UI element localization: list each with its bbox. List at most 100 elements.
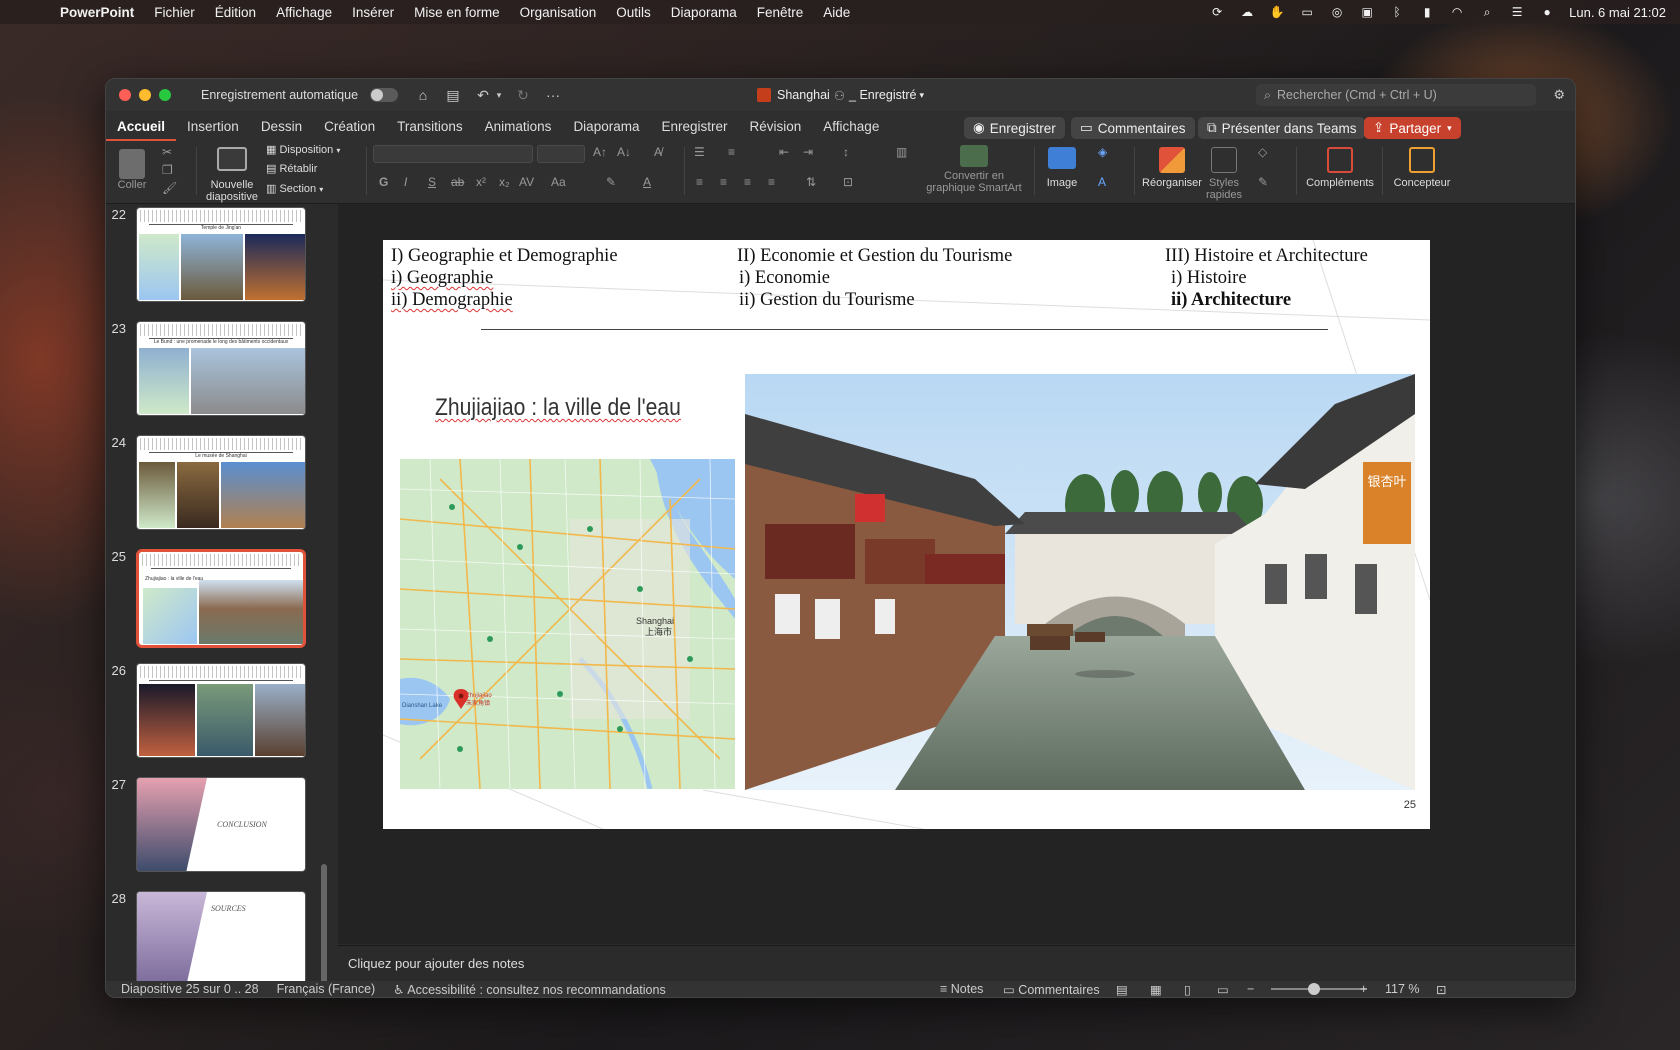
image-button[interactable]: Image [1042, 147, 1082, 189]
menubar-clock[interactable]: Lun. 6 mai 21:02 [1569, 5, 1666, 20]
share-settings-icon[interactable]: ⚙ [1553, 87, 1565, 103]
menu-fichier[interactable]: Fichier [144, 5, 205, 20]
menu-organisation[interactable]: Organisation [510, 5, 607, 20]
slide-canvas[interactable]: I) Geographie et Demographie i) Geograph… [383, 240, 1430, 829]
tab-revision[interactable]: Révision [739, 111, 813, 141]
increase-font-icon[interactable]: A↑ [593, 145, 607, 159]
slide-thumbnail-24[interactable]: Le musée de Shanghai [136, 435, 306, 530]
font-size-select[interactable] [537, 145, 585, 163]
notes-pane[interactable]: Cliquez pour ajouter des notes [338, 945, 1575, 981]
slide-title[interactable]: Zhujiajiao : la ville de l'eau [435, 394, 681, 422]
decrease-indent-icon[interactable]: ⇤ [779, 145, 789, 159]
cloud-icon[interactable]: ☁ [1239, 6, 1255, 18]
notes-toggle[interactable]: ≡ Notes [940, 982, 983, 996]
search-icon[interactable]: ⌕ [1479, 6, 1495, 18]
text-direction-icon[interactable]: ⇅ [806, 175, 816, 189]
format-painter-icon[interactable]: 🖌 [162, 181, 177, 195]
shape-outline-icon[interactable]: ✎ [1258, 175, 1268, 189]
strikethrough-icon[interactable]: ab [451, 175, 464, 189]
menu-mise-en-forme[interactable]: Mise en forme [404, 5, 510, 20]
siri-icon[interactable]: ● [1539, 6, 1555, 18]
more-icon[interactable]: ··· [542, 87, 564, 103]
increase-indent-icon[interactable]: ⇥ [803, 145, 813, 159]
save-icon[interactable]: ▤ [442, 87, 464, 104]
slide-thumbnail-23[interactable]: Le Bund : une promenade le long des bâti… [136, 321, 306, 416]
sync-icon[interactable]: ⟳ [1209, 6, 1225, 18]
align-center-icon[interactable]: ≡ [720, 175, 727, 189]
undo-dropdown-icon[interactable]: ▾ [494, 90, 504, 101]
justify-icon[interactable]: ≡ [768, 175, 775, 189]
bullets-icon[interactable]: ☰ [694, 145, 705, 159]
tab-creation[interactable]: Création [313, 111, 386, 141]
slide-thumbnail-28[interactable]: SOURCES [136, 891, 306, 981]
layout-button[interactable]: ▦ Disposition ▾ [266, 143, 366, 156]
bold-icon[interactable]: G [379, 175, 388, 189]
numbering-icon[interactable]: ≡ [728, 145, 735, 159]
undo-icon[interactable]: ↶ [472, 87, 494, 104]
zoom-out-icon[interactable]: − [1247, 982, 1254, 996]
slide-thumbnail-22[interactable]: Temple de Jing'an [136, 207, 306, 302]
comments-button[interactable]: ▭ Commentaires [1071, 117, 1195, 139]
slide-sorter-icon[interactable]: ▦ [1150, 982, 1162, 997]
zoom-level[interactable]: 117 % [1385, 982, 1420, 996]
zoom-in-icon[interactable]: + [1360, 982, 1367, 996]
menu-fenetre[interactable]: Fenêtre [747, 5, 814, 20]
zoom-slider-handle[interactable] [1308, 983, 1320, 995]
thumbnails-scrollbar[interactable] [321, 864, 327, 981]
change-case-icon[interactable]: Aa [551, 175, 566, 189]
tab-insertion[interactable]: Insertion [176, 111, 250, 141]
cut-icon[interactable]: ✂ [162, 145, 172, 159]
slideshow-icon[interactable]: ▭ [1217, 982, 1229, 997]
normal-view-icon[interactable]: ▤ [1116, 982, 1128, 997]
slide-thumbnail-25[interactable]: Zhujiajiao : la ville de l'eau [136, 549, 306, 648]
tab-transitions[interactable]: Transitions [386, 111, 474, 141]
highlight-icon[interactable]: ✎ [606, 175, 616, 189]
clear-format-icon[interactable]: A̸ [654, 145, 662, 159]
fit-to-window-icon[interactable]: ⊡ [1436, 982, 1446, 997]
tab-diaporama[interactable]: Diaporama [562, 111, 650, 141]
designer-button[interactable]: Concepteur [1390, 147, 1454, 189]
slide-thumbnail-26[interactable] [136, 663, 306, 758]
tab-dessin[interactable]: Dessin [250, 111, 313, 141]
search-input[interactable]: ⌕ Rechercher (Cmd + Ctrl + U) [1256, 84, 1536, 106]
menu-inserer[interactable]: Insérer [342, 5, 404, 20]
comments-toggle[interactable]: ▭ Commentaires [1003, 982, 1100, 997]
redo-icon[interactable]: ↻ [512, 87, 534, 104]
tab-enregistrer[interactable]: Enregistrer [650, 111, 738, 141]
tab-accueil[interactable]: Accueil [106, 111, 176, 141]
slide-counter[interactable]: Diapositive 25 sur 0 .. 28 [121, 982, 259, 996]
bluetooth-icon[interactable]: ᛒ [1389, 6, 1405, 18]
zhujiajiao-photo[interactable]: 银杏叶 [745, 374, 1415, 790]
menu-outils[interactable]: Outils [606, 5, 661, 20]
columns-icon[interactable]: ▥ [896, 145, 907, 159]
control-center-icon[interactable]: ☰ [1509, 6, 1525, 18]
reset-button[interactable]: ▤ Rétablir [266, 162, 366, 175]
location-map[interactable]: Shanghai 上海市 Dianshan Lake Zhujiajiao 朱家… [400, 459, 735, 789]
home-icon[interactable]: ⌂ [412, 87, 434, 103]
addins-button[interactable]: Compléments [1304, 147, 1376, 189]
language-status[interactable]: Français (France) [277, 982, 376, 996]
accessibility-status[interactable]: ♿ Accessibilité : consultez nos recomman… [393, 982, 665, 997]
text-box-icon[interactable]: A [1098, 175, 1106, 189]
zoom-window-button[interactable] [159, 89, 171, 101]
autosave-toggle[interactable] [370, 88, 399, 102]
character-spacing-icon[interactable]: AV [519, 175, 534, 189]
subscript-icon[interactable]: x₂ [499, 175, 510, 189]
hand-icon[interactable]: ✋ [1269, 6, 1285, 18]
menu-app-name[interactable]: PowerPoint [50, 5, 144, 20]
font-color-icon[interactable]: A [643, 175, 651, 189]
superscript-icon[interactable]: x² [476, 175, 486, 189]
battery-icon[interactable]: ▮ [1419, 6, 1435, 18]
copy-icon[interactable]: ❐ [162, 163, 173, 177]
decrease-font-icon[interactable]: A↓ [617, 145, 631, 159]
smartart-button[interactable]: Convertir en graphique SmartArt [919, 145, 1029, 194]
align-text-icon[interactable]: ⊡ [843, 175, 853, 189]
minimize-window-button[interactable] [139, 89, 151, 101]
tab-animations[interactable]: Animations [474, 111, 563, 141]
line-spacing-icon[interactable]: ↕ [843, 145, 849, 159]
arrange-button[interactable]: Réorganiser [1142, 147, 1202, 189]
new-slide-button[interactable]: Nouvelle diapositive [204, 147, 260, 203]
section-button[interactable]: ▥ Section ▾ [266, 182, 366, 195]
display-icon[interactable]: ▭ [1299, 6, 1315, 18]
underline-icon[interactable]: S [428, 175, 436, 189]
